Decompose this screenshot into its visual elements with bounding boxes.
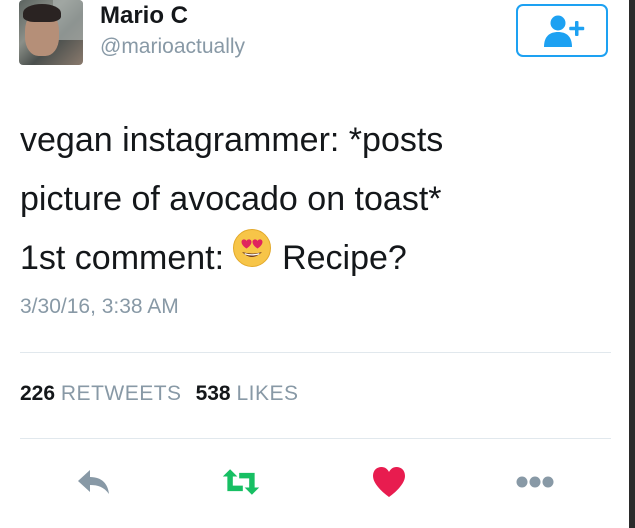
likes-stat[interactable]: 538 LIKES — [196, 382, 299, 405]
tweet-timestamp[interactable]: 3/30/16, 3:38 AM — [20, 295, 179, 319]
tweet-line-2: picture of avocado on toast* — [20, 180, 442, 218]
user-handle[interactable]: @marioactually — [100, 35, 245, 59]
retweets-stat[interactable]: 226 RETWEETS — [20, 382, 182, 405]
reply-button[interactable] — [74, 464, 114, 500]
retweet-icon — [222, 469, 260, 495]
heart-eyes-emoji-icon — [232, 228, 272, 287]
tweet-stats: 226 RETWEETS 538 LIKES — [20, 382, 299, 406]
add-user-icon — [544, 15, 585, 47]
avatar[interactable] — [19, 0, 83, 65]
follow-button[interactable] — [516, 4, 608, 57]
tweet-text: vegan instagrammer: *posts picture of av… — [20, 111, 610, 288]
like-button[interactable] — [369, 464, 409, 500]
screen-edge — [629, 0, 635, 528]
display-name[interactable]: Mario C — [100, 2, 188, 30]
tweet-line-1: vegan instagrammer: *posts — [20, 121, 444, 159]
likes-label: LIKES — [236, 382, 299, 405]
heart-icon — [373, 467, 405, 497]
reply-icon — [78, 470, 109, 494]
avatar-hair — [23, 4, 61, 22]
retweets-label: RETWEETS — [60, 382, 182, 405]
tweet-line-3: 1st comment: Recipe? — [20, 228, 610, 288]
retweets-count: 226 — [20, 382, 56, 405]
tweet-line-3-text: 1st comment: — [20, 239, 225, 277]
retweet-button[interactable] — [221, 464, 261, 500]
tweet-detail: Mario C @marioactually vegan instagramme… — [0, 0, 635, 528]
divider-top — [20, 352, 611, 353]
likes-count: 538 — [195, 382, 231, 405]
divider-bottom — [20, 438, 611, 439]
tweet-line-3-end: Recipe? — [282, 239, 407, 277]
more-icon — [516, 476, 554, 488]
more-button[interactable] — [515, 464, 555, 500]
